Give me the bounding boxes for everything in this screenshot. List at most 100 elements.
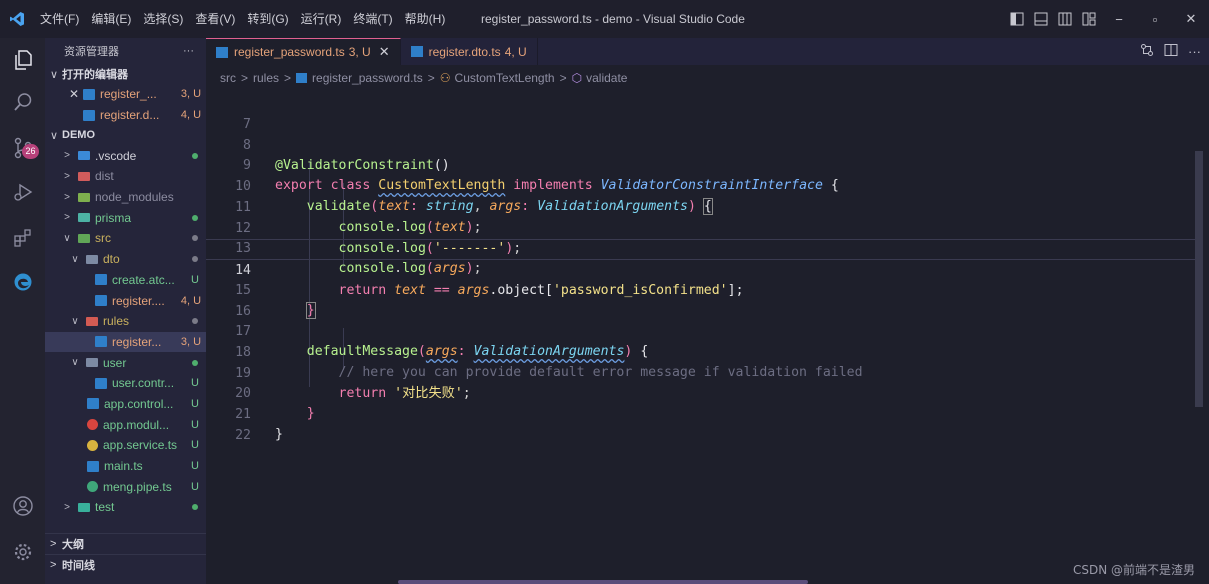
minimize-icon[interactable]: − bbox=[1101, 0, 1137, 38]
tree-folder[interactable]: > prisma bbox=[45, 207, 206, 228]
menu-run[interactable]: 运行(R) bbox=[295, 0, 348, 38]
tree-file-selected[interactable]: register... 3, U bbox=[45, 331, 206, 353]
open-editor-item[interactable]: ✕ register_... 3, U bbox=[45, 84, 206, 105]
code-line: 12 console.log('-------'); bbox=[235, 220, 522, 257]
status-dot bbox=[192, 359, 198, 366]
tree-file[interactable]: register.... 4, U bbox=[45, 290, 206, 311]
code-editor[interactable]: 7 8 @ValidatorConstraint() 9 export clas… bbox=[206, 91, 1209, 584]
toggle-sidebar-icon[interactable] bbox=[1005, 0, 1029, 38]
tree-file[interactable]: meng.pipe.ts U bbox=[45, 476, 206, 497]
typescript-file-icon bbox=[95, 295, 107, 307]
timeline-section[interactable]: > 时间线 bbox=[45, 554, 206, 574]
code-line: 15 } bbox=[235, 282, 316, 320]
chevron-right-icon: > bbox=[64, 170, 70, 182]
tree-folder[interactable]: ∨ dto bbox=[45, 249, 206, 270]
settings-gear-icon[interactable] bbox=[0, 530, 45, 574]
menu-file[interactable]: 文件(F) bbox=[34, 0, 85, 38]
code-line: 20 } bbox=[235, 385, 315, 422]
source-control-icon[interactable]: 26 bbox=[0, 126, 45, 170]
tree-folder[interactable]: > .vscode bbox=[45, 145, 206, 166]
chevron-right-icon: > bbox=[64, 501, 70, 513]
code-line: 21 } bbox=[235, 406, 283, 443]
chevron-right-icon: > bbox=[50, 558, 57, 571]
chevron-right-icon: > bbox=[64, 212, 70, 224]
close-icon[interactable]: ✕ bbox=[1173, 0, 1209, 38]
editor-scrollbar[interactable] bbox=[1195, 151, 1203, 407]
code-line: 19 return '对比失败'; bbox=[235, 365, 471, 402]
compare-changes-icon[interactable] bbox=[1140, 43, 1154, 60]
chevron-down-icon: ∨ bbox=[71, 253, 79, 265]
open-editors-section[interactable]: ∨ 打开的编辑器 bbox=[45, 64, 206, 84]
tree-folder[interactable]: ∨ src bbox=[45, 228, 206, 249]
explorer-sidebar: 资源管理器 ··· ∨ 打开的编辑器 ✕ register_... 3, U r… bbox=[45, 38, 206, 584]
close-tab-icon[interactable]: ✕ bbox=[379, 44, 390, 60]
window-title: register_password.ts - demo - Visual Stu… bbox=[481, 12, 745, 26]
run-debug-icon[interactable] bbox=[0, 170, 45, 214]
editor-more-actions-icon[interactable]: ··· bbox=[1188, 44, 1201, 59]
chevron-down-icon: ∨ bbox=[71, 315, 79, 327]
breadcrumb-src[interactable]: src bbox=[220, 71, 236, 85]
toggle-panel-icon[interactable] bbox=[1029, 0, 1053, 38]
status-dot bbox=[192, 256, 198, 263]
breadcrumb-file[interactable]: register_password.ts bbox=[312, 71, 423, 85]
tree-file[interactable]: app.service.ts U bbox=[45, 435, 206, 456]
status-dot bbox=[192, 214, 198, 221]
split-editor-icon[interactable] bbox=[1164, 43, 1178, 60]
menu-selection[interactable]: 选择(S) bbox=[137, 0, 189, 38]
folder-test-icon bbox=[78, 502, 90, 512]
code-line: 9 export class CustomTextLength implemen… bbox=[243, 157, 839, 194]
typescript-file-icon bbox=[95, 377, 107, 389]
breadcrumb: src > rules > register_password.ts > ⚇ C… bbox=[206, 65, 1209, 91]
tab-register-dto[interactable]: register.dto.ts 4, U bbox=[401, 38, 538, 65]
edge-devtools-icon[interactable] bbox=[0, 260, 45, 304]
breadcrumb-method[interactable]: validate bbox=[586, 71, 627, 85]
breadcrumb-rules[interactable]: rules bbox=[253, 71, 279, 85]
menu-help[interactable]: 帮助(H) bbox=[399, 0, 452, 38]
account-icon[interactable] bbox=[0, 484, 45, 528]
project-section[interactable]: ∨ DEMO bbox=[45, 125, 206, 145]
folder-icon bbox=[86, 358, 98, 368]
chevron-right-icon: > bbox=[241, 71, 249, 85]
tree-folder[interactable]: > test bbox=[45, 497, 206, 518]
tree-folder[interactable]: ∨ rules bbox=[45, 311, 206, 332]
explorer-icon[interactable] bbox=[0, 38, 45, 82]
restore-icon[interactable]: ▫ bbox=[1137, 0, 1173, 38]
menu-terminal[interactable]: 终端(T) bbox=[347, 0, 398, 38]
tree-folder[interactable]: > node_modules bbox=[45, 187, 206, 208]
extensions-icon[interactable] bbox=[0, 216, 45, 260]
tree-file[interactable]: create.atc... U bbox=[45, 270, 206, 291]
outline-section[interactable]: > 大纲 bbox=[45, 533, 206, 553]
tree-folder[interactable]: > dist bbox=[45, 166, 206, 187]
code-line: 18 // here you can provide default error… bbox=[235, 344, 863, 381]
typescript-file-icon bbox=[83, 88, 95, 100]
tree-folder[interactable]: ∨ user bbox=[45, 352, 206, 373]
tab-register-password[interactable]: register_password.ts 3, U ✕ bbox=[206, 38, 401, 65]
explorer-more-actions-icon[interactable]: ··· bbox=[183, 45, 194, 57]
tree-file[interactable]: app.modul... U bbox=[45, 414, 206, 435]
customize-layout-icon[interactable] bbox=[1077, 0, 1101, 38]
tree-file[interactable]: user.contr... U bbox=[45, 373, 206, 394]
folder-dist-icon bbox=[78, 171, 90, 181]
close-editor-icon[interactable]: ✕ bbox=[69, 87, 83, 101]
search-icon[interactable] bbox=[0, 80, 45, 124]
open-editor-item[interactable]: register.d... 4, U bbox=[45, 105, 206, 126]
title-bar: 文件(F) 编辑(E) 选择(S) 查看(V) 转到(G) 运行(R) 终端(T… bbox=[0, 0, 1209, 38]
menu-view[interactable]: 查看(V) bbox=[189, 0, 241, 38]
watermark: CSDN @前端不是渣男 bbox=[1072, 563, 1195, 577]
toggle-secondary-sidebar-icon[interactable] bbox=[1053, 0, 1077, 38]
menu-go[interactable]: 转到(G) bbox=[241, 0, 294, 38]
breadcrumb-class[interactable]: CustomTextLength bbox=[455, 71, 555, 85]
menu-edit[interactable]: 编辑(E) bbox=[85, 0, 137, 38]
angular-file-icon bbox=[87, 419, 98, 431]
tree-file[interactable]: main.ts U bbox=[45, 456, 206, 477]
status-dot bbox=[192, 152, 198, 159]
code-line: 22 bbox=[235, 427, 251, 443]
tree-file[interactable]: app.control... U bbox=[45, 394, 206, 415]
typescript-file-icon bbox=[95, 336, 107, 348]
scm-badge: 26 bbox=[22, 144, 39, 159]
folder-src-icon bbox=[78, 233, 90, 243]
status-dot bbox=[192, 235, 198, 242]
open-editors-title: 打开的编辑器 bbox=[62, 69, 128, 81]
folder-node-icon bbox=[78, 192, 90, 202]
bottom-edge-decoration bbox=[398, 580, 808, 584]
